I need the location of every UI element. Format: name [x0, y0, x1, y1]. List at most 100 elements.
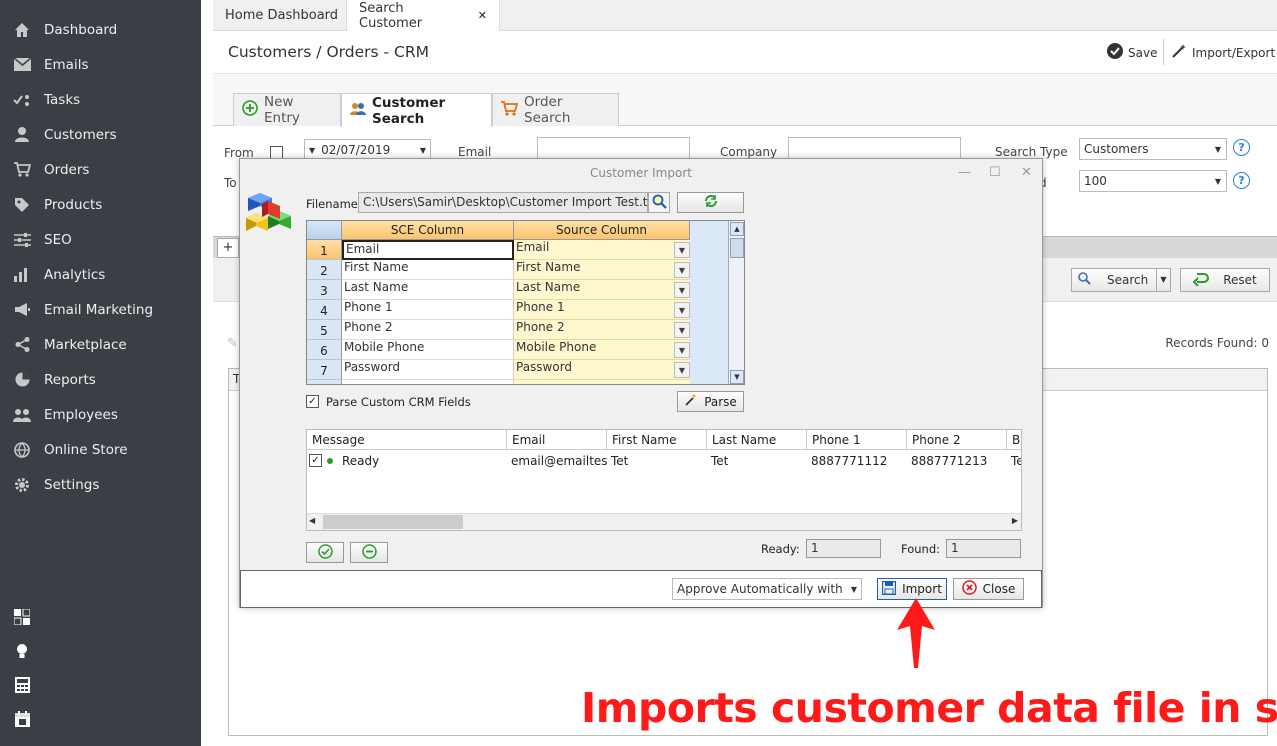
- tab-search-customer[interactable]: Search Customer ✕: [346, 0, 500, 31]
- calculator-icon[interactable]: [0, 668, 44, 702]
- source-cell[interactable]: Phone 2 ▼: [514, 320, 690, 340]
- list-header-message[interactable]: Message: [307, 430, 507, 450]
- import-preview-list[interactable]: Message Email First Name Last Name Phone…: [306, 429, 1022, 531]
- sidebar-item-label: Employees: [44, 406, 118, 423]
- grid-row[interactable]: 5 Phone 2 Phone 2 ▼: [307, 320, 690, 340]
- parse-button[interactable]: Parse: [677, 391, 744, 412]
- sidebar-item-orders[interactable]: Orders: [0, 152, 201, 187]
- grid-row[interactable]: 1 Email Email ▼: [307, 240, 690, 260]
- calendar-icon[interactable]: [0, 702, 44, 736]
- approve-mode-select[interactable]: Approve Automatically with ▼: [672, 578, 862, 600]
- tab-customer-search[interactable]: Customer Search: [341, 93, 492, 127]
- add-filter-button[interactable]: +: [217, 238, 239, 258]
- row-number: 2: [307, 260, 342, 280]
- sidebar-item-customers[interactable]: Customers: [0, 117, 201, 152]
- sidebar-item-online-store[interactable]: Online Store: [0, 432, 201, 467]
- refresh-button[interactable]: [677, 192, 744, 213]
- company-field[interactable]: [788, 137, 961, 159]
- sce-cell[interactable]: Phone 1: [342, 300, 514, 320]
- chevron-down-icon[interactable]: ▼: [674, 282, 690, 298]
- scroll-right-icon[interactable]: ▶: [1012, 516, 1018, 525]
- import-button[interactable]: Import: [877, 578, 947, 600]
- sce-cell[interactable]: First Name: [342, 260, 514, 280]
- grid-row[interactable]: 3 Last Name Last Name ▼: [307, 280, 690, 300]
- sidebar-item-dashboard[interactable]: Dashboard: [0, 12, 201, 47]
- tab-new-entry[interactable]: New Entry: [233, 93, 341, 126]
- list-horizontal-scrollbar[interactable]: ◀ ▶: [307, 513, 1021, 530]
- grid-row[interactable]: 4 Phone 1 Phone 1 ▼: [307, 300, 690, 320]
- tab-home-dashboard[interactable]: Home Dashboard: [213, 0, 350, 31]
- approve-all-button[interactable]: [306, 542, 344, 563]
- chevron-down-icon[interactable]: ▼: [674, 342, 690, 358]
- tab-order-search[interactable]: Order Search: [492, 93, 619, 126]
- list-header-email[interactable]: Email: [507, 430, 607, 450]
- chevron-down-icon[interactable]: ▼: [674, 262, 690, 278]
- minimize-icon[interactable]: —: [958, 165, 971, 180]
- close-button[interactable]: Close: [953, 578, 1024, 600]
- reset-button[interactable]: Reset: [1180, 268, 1270, 292]
- tab-label: Search Customer: [359, 0, 423, 31]
- close-icon[interactable]: ✕: [1021, 165, 1032, 180]
- scroll-left-icon[interactable]: ◀: [309, 516, 315, 525]
- grid-row[interactable]: 2 First Name First Name ▼: [307, 260, 690, 280]
- search-button[interactable]: Search ▼: [1071, 268, 1171, 292]
- chevron-down-icon[interactable]: ▼: [674, 302, 690, 318]
- sidebar-item-marketplace[interactable]: Marketplace: [0, 327, 201, 362]
- source-cell[interactable]: Mobile Phone ▼: [514, 340, 690, 360]
- sce-cell[interactable]: Last Name: [342, 280, 514, 300]
- sce-cell[interactable]: Email: [342, 240, 514, 260]
- import-label: Import: [902, 582, 942, 596]
- chevron-down-icon[interactable]: ▼: [674, 362, 690, 378]
- help-icon[interactable]: ?: [1233, 139, 1250, 156]
- list-header-last-name[interactable]: Last Name: [707, 430, 807, 450]
- scroll-up-icon[interactable]: ▲: [730, 222, 744, 236]
- row-checkbox[interactable]: ✓: [309, 454, 322, 467]
- source-cell[interactable]: Email ▼: [514, 240, 690, 260]
- source-cell[interactable]: Phone 1 ▼: [514, 300, 690, 320]
- scroll-thumb[interactable]: [323, 515, 463, 529]
- source-cell[interactable]: Password ▼: [514, 360, 690, 380]
- import-export-button[interactable]: Import/Export ▼: [1171, 43, 1277, 62]
- save-button[interactable]: Save: [1107, 43, 1157, 62]
- source-cell[interactable]: First Name ▼: [514, 260, 690, 280]
- sce-cell[interactable]: Mobile Phone: [342, 340, 514, 360]
- grid-row[interactable]: 6 Mobile Phone Mobile Phone ▼: [307, 340, 690, 360]
- sidebar-item-reports[interactable]: Reports: [0, 362, 201, 397]
- list-header-first-name[interactable]: First Name: [607, 430, 707, 450]
- filename-input[interactable]: C:\Users\Samir\Desktop\Customer Import T…: [358, 192, 648, 213]
- sce-cell[interactable]: Phone 2: [342, 320, 514, 340]
- layout-icon[interactable]: [0, 600, 44, 634]
- reject-all-button[interactable]: [350, 542, 388, 563]
- lightbulb-icon[interactable]: [0, 634, 44, 668]
- sidebar-item-emails[interactable]: Emails: [0, 47, 201, 82]
- scroll-down-icon[interactable]: ▼: [730, 370, 744, 384]
- chevron-down-icon[interactable]: ▼: [674, 242, 690, 258]
- list-header-billing[interactable]: Bi: [1007, 430, 1021, 450]
- sce-column-header: SCE Column: [342, 221, 514, 240]
- maximize-icon[interactable]: ☐: [989, 165, 1001, 180]
- grid-vertical-scrollbar[interactable]: ▲ ▼: [728, 221, 744, 384]
- search-type-select[interactable]: Customers ▼: [1079, 138, 1227, 160]
- column-mapping-grid[interactable]: SCE Column Source Column 1 Email Email ▼ …: [306, 220, 745, 385]
- sidebar-item-seo[interactable]: SEO: [0, 222, 201, 257]
- close-icon[interactable]: ✕: [478, 9, 487, 22]
- sidebar-item-products[interactable]: Products: [0, 187, 201, 222]
- sce-cell[interactable]: Password: [342, 360, 514, 380]
- sidebar-item-settings[interactable]: Settings: [0, 467, 201, 502]
- records-select[interactable]: 100 ▼: [1079, 170, 1227, 192]
- sidebar-item-analytics[interactable]: Analytics: [0, 257, 201, 292]
- list-header-phone2[interactable]: Phone 2: [907, 430, 1007, 450]
- list-header-phone1[interactable]: Phone 1: [807, 430, 907, 450]
- browse-button[interactable]: [648, 192, 670, 213]
- scroll-thumb[interactable]: [730, 238, 744, 258]
- chevron-down-icon[interactable]: ▼: [1156, 269, 1170, 291]
- help-icon[interactable]: ?: [1233, 172, 1250, 189]
- source-cell[interactable]: Last Name ▼: [514, 280, 690, 300]
- sidebar-item-employees[interactable]: Employees: [0, 397, 201, 432]
- email-field[interactable]: [537, 137, 690, 159]
- chevron-down-icon[interactable]: ▼: [674, 322, 690, 338]
- sidebar-item-email-marketing[interactable]: Email Marketing: [0, 292, 201, 327]
- parse-custom-checkbox[interactable]: ✓: [306, 395, 319, 408]
- grid-row[interactable]: 7 Password Password ▼: [307, 360, 690, 380]
- sidebar-item-tasks[interactable]: Tasks: [0, 82, 201, 117]
